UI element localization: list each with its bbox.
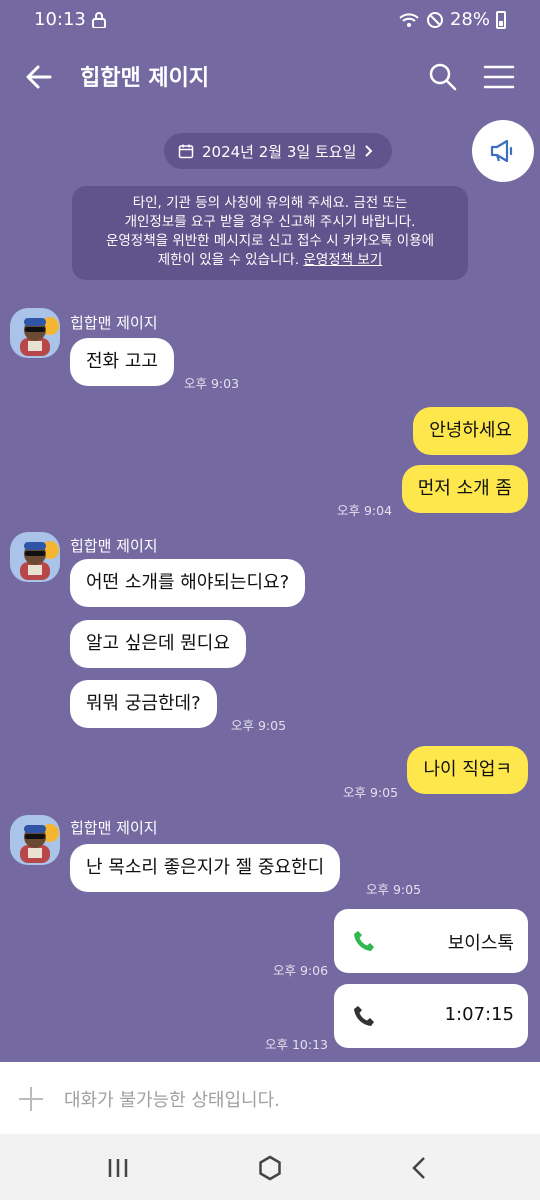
outgoing-message[interactable]: 나이 직업ㅋ bbox=[407, 746, 528, 794]
notice-line: 개인정보를 요구 받을 경우 신고해 주시기 바랍니다. bbox=[124, 214, 416, 230]
message-time: 오후 9:05 bbox=[366, 882, 422, 897]
calendar-icon bbox=[178, 144, 194, 159]
incoming-message[interactable]: 알고 싶은데 뭔디요 bbox=[70, 620, 246, 668]
voice-call-message[interactable]: 1:07:15 bbox=[334, 984, 528, 1048]
announcement-button[interactable] bbox=[472, 120, 534, 182]
back-arrow-icon[interactable] bbox=[22, 60, 56, 94]
battery-percent: 28% bbox=[449, 9, 490, 30]
chevron-right-icon bbox=[365, 145, 373, 157]
message-input-placeholder: 대화가 불가능한 상태입니다. bbox=[64, 1090, 280, 1111]
message-time: 오후 9:06 bbox=[273, 963, 329, 978]
chat-title: 힙합맨 제이지 bbox=[80, 66, 210, 91]
search-icon[interactable] bbox=[426, 60, 460, 94]
incoming-message[interactable]: 뭐뭐 궁금한데? bbox=[70, 680, 217, 728]
recent-apps-icon[interactable] bbox=[104, 1154, 132, 1182]
phone-icon bbox=[354, 1006, 374, 1026]
policy-link[interactable]: 운영정책 보기 bbox=[303, 252, 382, 268]
chat-header: 힙합맨 제이지 bbox=[0, 40, 540, 112]
incoming-message[interactable]: 어떤 소개를 해야되는디요? bbox=[70, 559, 306, 607]
mute-icon bbox=[426, 11, 443, 28]
message-time: 오후 9:03 bbox=[184, 376, 240, 391]
sender-name: 힙합맨 제이지 bbox=[70, 819, 158, 837]
message-input-bar: 대화가 불가능한 상태입니다. bbox=[0, 1062, 540, 1134]
call-label: 보이스톡 bbox=[447, 933, 514, 954]
message-time: 오후 10:13 bbox=[265, 1037, 328, 1052]
message-time: 오후 9:04 bbox=[337, 503, 393, 518]
outgoing-message[interactable]: 안녕하세요 bbox=[413, 407, 528, 455]
date-label: 2024년 2월 3일 토요일 bbox=[202, 142, 357, 161]
back-nav-icon[interactable] bbox=[406, 1154, 434, 1182]
system-nav-bar bbox=[0, 1134, 540, 1200]
lock-icon bbox=[92, 12, 106, 28]
call-duration: 1:07:15 bbox=[444, 1004, 514, 1025]
notice-line: 운영정책을 위반한 메시지로 신고 접수 시 카카오톡 이용에 bbox=[105, 233, 435, 249]
safety-notice: 타인, 기관 등의 사칭에 유의해 주세요. 금전 또는 개인정보를 요구 받을… bbox=[72, 186, 468, 280]
status-right: 28% bbox=[398, 9, 506, 30]
notice-line: 타인, 기관 등의 사칭에 유의해 주세요. 금전 또는 bbox=[132, 195, 408, 211]
sender-name: 힙합맨 제이지 bbox=[70, 314, 158, 332]
menu-icon[interactable] bbox=[482, 62, 516, 92]
avatar[interactable] bbox=[10, 308, 60, 358]
plus-icon[interactable] bbox=[18, 1086, 44, 1112]
message-time: 오후 9:05 bbox=[231, 718, 287, 733]
battery-icon bbox=[496, 10, 506, 29]
outgoing-message[interactable]: 먼저 소개 좀 bbox=[401, 465, 528, 513]
date-divider[interactable]: 2024년 2월 3일 토요일 bbox=[164, 133, 393, 169]
avatar-image bbox=[20, 824, 59, 863]
phone-icon bbox=[354, 931, 374, 951]
notice-line: 제한이 있을 수 있습니다. bbox=[157, 252, 300, 268]
status-bar: 10:13 28% bbox=[0, 0, 540, 40]
avatar[interactable] bbox=[10, 815, 60, 865]
incoming-message[interactable]: 난 목소리 좋은지가 젤 중요한디 bbox=[70, 844, 341, 892]
avatar-image bbox=[20, 541, 59, 580]
voice-call-message[interactable]: 보이스톡 bbox=[334, 909, 528, 973]
home-icon[interactable] bbox=[256, 1154, 284, 1182]
megaphone-icon bbox=[490, 139, 513, 163]
avatar-image bbox=[20, 317, 59, 356]
wifi-icon bbox=[399, 12, 419, 27]
message-time: 오후 9:05 bbox=[343, 785, 399, 800]
sender-name: 힙합맨 제이지 bbox=[70, 537, 158, 555]
incoming-message[interactable]: 전화 고고 bbox=[70, 338, 174, 386]
avatar[interactable] bbox=[10, 532, 60, 582]
status-time: 10:13 bbox=[34, 9, 86, 30]
